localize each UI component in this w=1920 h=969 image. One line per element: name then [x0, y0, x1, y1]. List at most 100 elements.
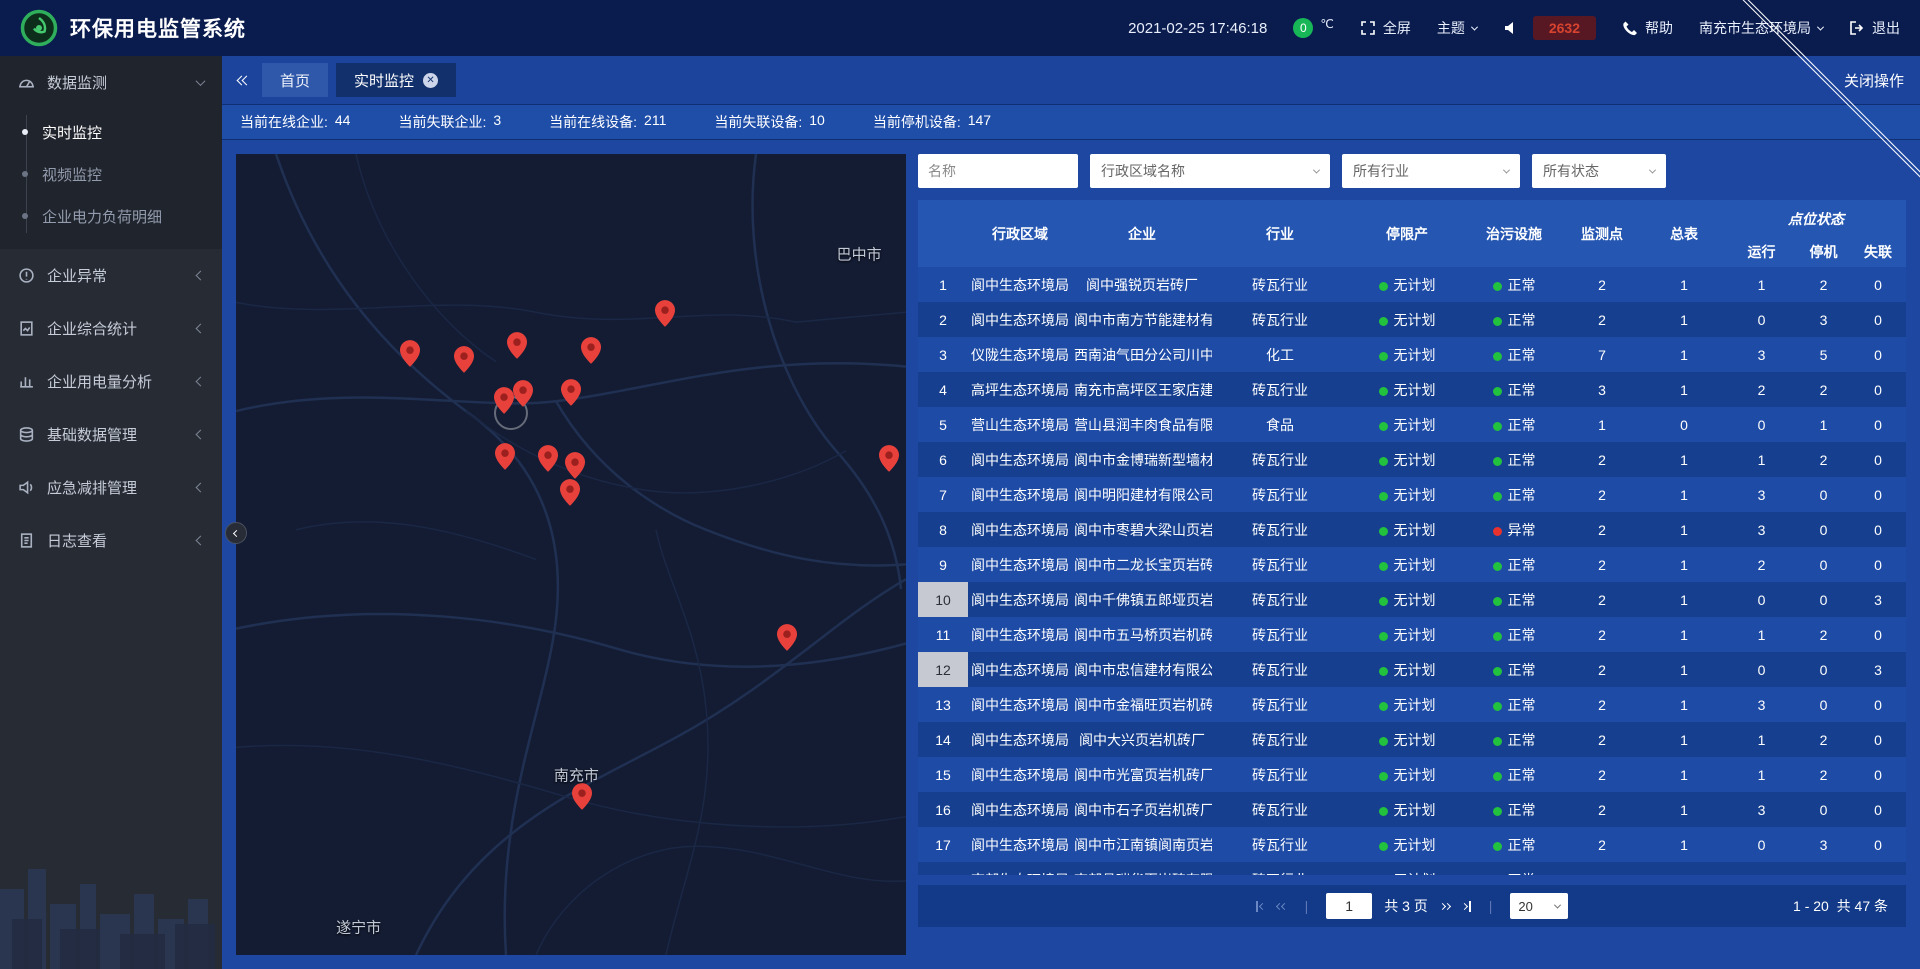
- table-row[interactable]: 12 阆中生态环境局 阆中市忠信建材有限公 砖瓦行业 无计划 正常 2 1 0 …: [918, 652, 1906, 687]
- menu-label: 应急减排管理: [47, 477, 137, 498]
- region-filter-select[interactable]: 行政区域名称: [1090, 154, 1330, 188]
- map-pin-icon[interactable]: [572, 783, 592, 810]
- prev-page-button[interactable]: [1277, 904, 1287, 909]
- map-pin-icon[interactable]: [495, 443, 515, 470]
- table-row[interactable]: 8 阆中生态环境局 阆中市枣碧大梁山页岩 砖瓦行业 无计划 异常 2 1 3 0…: [918, 512, 1906, 547]
- table-row[interactable]: 16 阆中生态环境局 阆中市石子页岩机砖厂 砖瓦行业 无计划 正常 2 1 3 …: [918, 792, 1906, 827]
- cell-industry: 砖瓦行业: [1212, 582, 1348, 617]
- map-pin-icon[interactable]: [879, 445, 899, 472]
- table-row[interactable]: 14 阆中生态环境局 阆中大兴页岩机砖厂 砖瓦行业 无计划 正常 2 1 1 2…: [918, 722, 1906, 757]
- close-operations-button[interactable]: 关闭操作: [1844, 70, 1904, 91]
- cell-total-meters: 0: [1642, 407, 1726, 442]
- industry-filter-select[interactable]: 所有行业: [1342, 154, 1520, 188]
- sidebar-submenu-item[interactable]: 实时监控: [0, 111, 222, 153]
- map-pin-icon[interactable]: [655, 300, 675, 327]
- table-row[interactable]: 13 阆中生态环境局 阆中市金福旺页岩机砖 砖瓦行业 无计划 正常 2 1 3 …: [918, 687, 1906, 722]
- cell-company: 阆中市忠信建材有限公: [1072, 652, 1212, 687]
- table-row[interactable]: 17 阆中生态环境局 阆中市江南镇阆南页岩 砖瓦行业 无计划 正常 2 1 0 …: [918, 827, 1906, 862]
- help-button[interactable]: 帮助: [1622, 18, 1673, 38]
- phone-icon: [1622, 20, 1638, 36]
- sidebar-menu-item[interactable]: 基础数据管理: [0, 408, 222, 461]
- table-row[interactable]: 1 阆中生态环境局 阆中强锐页岩砖厂 砖瓦行业 无计划 正常 2 1 1 2 0: [918, 267, 1906, 302]
- status-dot-icon: [1379, 527, 1388, 536]
- table-row[interactable]: 5 营山生态环境局 营山县润丰肉食品有限 食品 无计划 正常 1 0 0 1 0: [918, 407, 1906, 442]
- alarm-count-badge[interactable]: 2632: [1533, 16, 1596, 40]
- status-dot-icon: [1493, 562, 1502, 571]
- cell-total-meters: 1: [1642, 687, 1726, 722]
- enterprise-table: 行政区域 企业 行业 停限产 治污设施 监测点 总表 点位状态 运行: [918, 200, 1906, 875]
- name-filter-input[interactable]: [918, 154, 1078, 188]
- cell-region: 阆中生态环境局: [968, 477, 1072, 512]
- map-pin-icon[interactable]: [494, 387, 514, 414]
- cell-lost: 0: [1850, 827, 1906, 862]
- sidebar-menu-item[interactable]: 应急减排管理: [0, 461, 222, 514]
- close-tab-icon[interactable]: ✕: [423, 73, 438, 88]
- table-row[interactable]: 2 阆中生态环境局 阆中市南方节能建材有 砖瓦行业 无计划 正常 2 1 0 3…: [918, 302, 1906, 337]
- col-limit: 停限产: [1348, 200, 1466, 267]
- map-panel[interactable]: 巴中市南充市遂宁市: [236, 154, 906, 955]
- table-row[interactable]: 10 阆中生态环境局 阆中千佛镇五郎垭页岩 砖瓦行业 无计划 正常 2 1 0 …: [918, 582, 1906, 617]
- col-region: 行政区域: [968, 200, 1072, 267]
- stat-value: 10: [809, 112, 825, 132]
- tab[interactable]: 首页: [262, 63, 328, 97]
- theme-dropdown[interactable]: 主题: [1437, 18, 1477, 38]
- scroll-tabs-left-button[interactable]: [238, 77, 250, 84]
- cell-monitor-points: 7: [1562, 337, 1642, 372]
- col-group-point-status: 点位状态: [1726, 200, 1906, 237]
- map-pin-icon[interactable]: [400, 340, 420, 367]
- fullscreen-button[interactable]: 全屏: [1360, 18, 1411, 38]
- map-pin-icon[interactable]: [581, 337, 601, 364]
- cell-pollution-facility: 正常: [1466, 267, 1562, 302]
- cell-total-meters: 1: [1642, 757, 1726, 792]
- cell-monitor-points: 2: [1562, 302, 1642, 337]
- cell-limit-production: 无计划: [1348, 407, 1466, 442]
- table-row[interactable]: 11 阆中生态环境局 阆中市五马桥页岩机砖 砖瓦行业 无计划 正常 2 1 1 …: [918, 617, 1906, 652]
- cell-stopped: 2: [1797, 442, 1850, 477]
- table-row[interactable]: 6 阆中生态环境局 阆中市金博瑞新型墙材 砖瓦行业 无计划 正常 2 1 1 2…: [918, 442, 1906, 477]
- sidebar-menu-item[interactable]: 企业异常: [0, 249, 222, 302]
- sidebar-submenu-item[interactable]: 视频监控: [0, 153, 222, 195]
- cell-limit-production: 无计划: [1348, 547, 1466, 582]
- status-dot-icon: [1379, 632, 1388, 641]
- table-row[interactable]: 18 南部生态环境局 南部县瑞华页岩砖有限 砖瓦行业 无计划 正常 2 1 0 …: [918, 862, 1906, 875]
- cell-company: 阆中强锐页岩砖厂: [1072, 267, 1212, 302]
- map-pin-icon[interactable]: [561, 379, 581, 406]
- sidebar-menu-group: 基础数据管理: [0, 408, 222, 461]
- next-page-button[interactable]: [1440, 904, 1450, 909]
- map-pin-icon[interactable]: [507, 332, 527, 359]
- cell-pollution-facility: 正常: [1466, 477, 1562, 512]
- map-pin-icon[interactable]: [560, 479, 580, 506]
- page-size-select[interactable]: 20: [1510, 893, 1568, 919]
- table-row[interactable]: 3 仪陇生态环境局 西南油气田分公司川中 化工 无计划 正常 7 1 3 5 0: [918, 337, 1906, 372]
- table-row[interactable]: 7 阆中生态环境局 阆中明阳建材有限公司 砖瓦行业 无计划 正常 2 1 3 0…: [918, 477, 1906, 512]
- map-pin-icon[interactable]: [565, 452, 585, 479]
- sidebar-menu-item[interactable]: 企业综合统计: [0, 302, 222, 355]
- announcement-button[interactable]: [1503, 20, 1519, 36]
- map-pin-icon[interactable]: [454, 346, 474, 373]
- log-icon: [18, 532, 35, 549]
- sidebar-menu-item[interactable]: 日志查看: [0, 514, 222, 567]
- sidebar-menu-item[interactable]: 数据监测: [0, 56, 222, 109]
- cell-lost: 0: [1850, 442, 1906, 477]
- map-pin-icon[interactable]: [513, 380, 533, 407]
- cell-industry: 化工: [1212, 337, 1348, 372]
- table-row[interactable]: 4 高坪生态环境局 南充市高坪区王家店建 砖瓦行业 无计划 正常 3 1 2 2…: [918, 372, 1906, 407]
- table-row[interactable]: 15 阆中生态环境局 阆中市光富页岩机砖厂 砖瓦行业 无计划 正常 2 1 1 …: [918, 757, 1906, 792]
- first-page-button[interactable]: [1256, 901, 1265, 912]
- cell-limit-production: 无计划: [1348, 477, 1466, 512]
- cell-region: 阆中生态环境局: [968, 652, 1072, 687]
- stat-value: 147: [968, 112, 991, 132]
- page-number-input[interactable]: [1326, 893, 1372, 919]
- bullet-icon: [22, 129, 28, 135]
- cell-company: 西南油气田分公司川中: [1072, 337, 1212, 372]
- cell-running: 0: [1726, 407, 1797, 442]
- status-dot-icon: [1379, 387, 1388, 396]
- status-filter-select[interactable]: 所有状态: [1532, 154, 1666, 188]
- tab[interactable]: 实时监控 ✕: [336, 63, 456, 97]
- sidebar-submenu-item[interactable]: 企业电力负荷明细: [0, 195, 222, 237]
- map-pin-icon[interactable]: [777, 624, 797, 651]
- map-pin-icon[interactable]: [538, 445, 558, 472]
- sidebar-menu-item[interactable]: 企业用电量分析: [0, 355, 222, 408]
- last-page-button[interactable]: [1462, 901, 1471, 912]
- table-row[interactable]: 9 阆中生态环境局 阆中市二龙长宝页岩砖 砖瓦行业 无计划 正常 2 1 2 0…: [918, 547, 1906, 582]
